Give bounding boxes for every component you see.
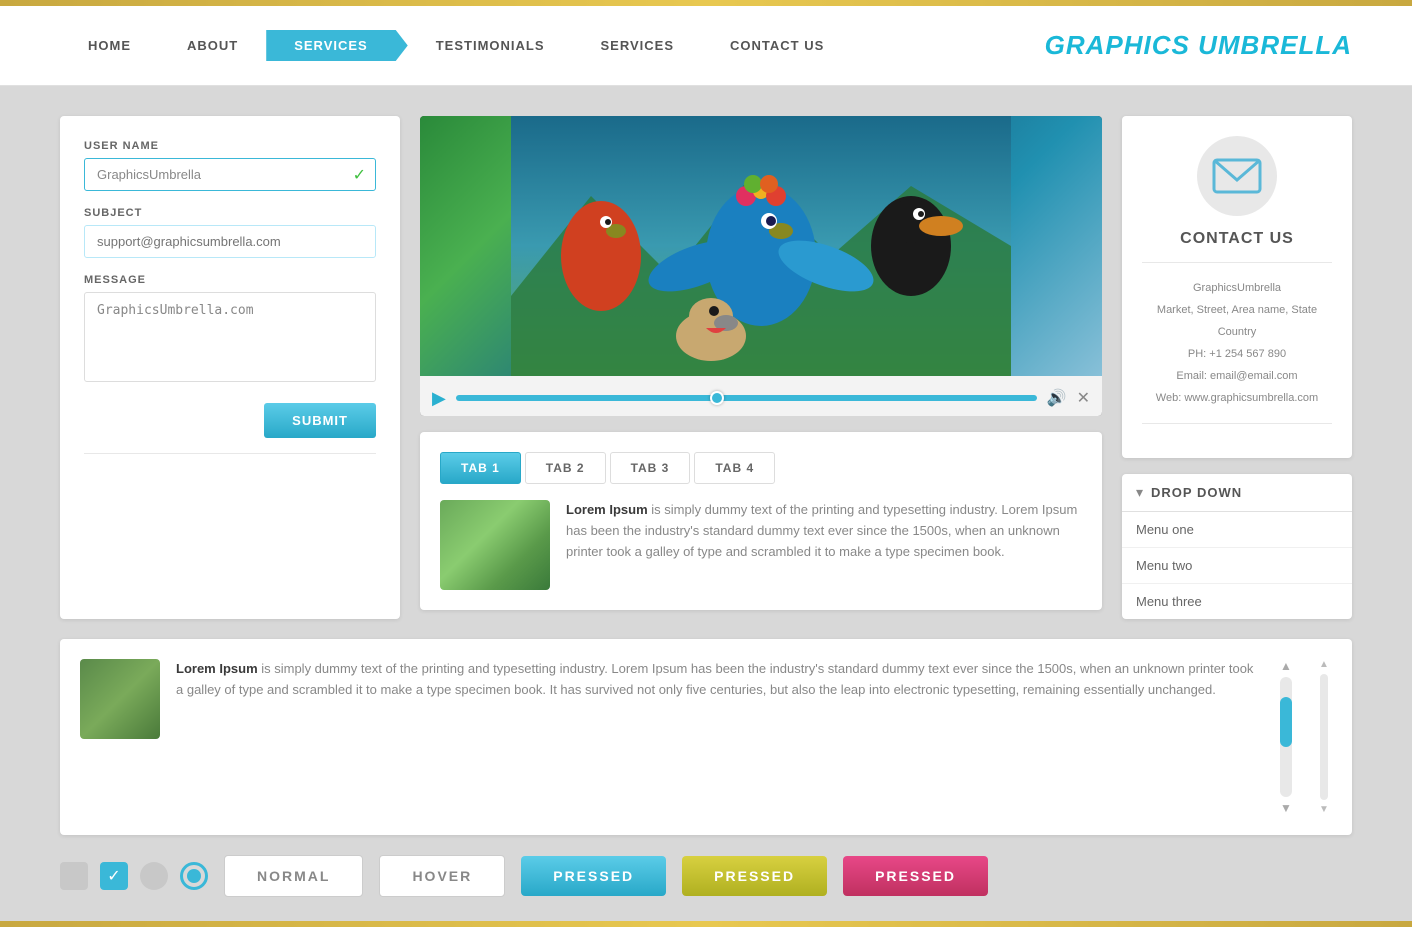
fullscreen-icon[interactable]: ✕ (1077, 388, 1090, 408)
center-panel: ▶ 🔊 ✕ TAB 1 TAB 2 TAB 3 TAB 4 Lorem Ipsu… (420, 116, 1102, 619)
scrollbar-thumb (1280, 697, 1292, 747)
username-wrapper: ✓ (84, 158, 376, 191)
nav-item-services-active[interactable]: SERVICES (266, 30, 408, 61)
contact-title: CONTACT US (1142, 230, 1332, 248)
contact-info: GraphicsUmbrella Market, Street, Area na… (1142, 277, 1332, 409)
submit-button[interactable]: SUBMIT (264, 403, 376, 438)
dropdown-title-label: DROP DOWN (1151, 485, 1242, 500)
tab-text-bold: Lorem Ipsum (566, 502, 648, 517)
btn-pressed-pink[interactable]: PRESSED (843, 856, 988, 896)
mail-icon (1212, 156, 1262, 196)
message-label: MESSAGE (84, 274, 376, 286)
subject-label: SUBJECT (84, 207, 376, 219)
tab-3-button[interactable]: TAB 3 (610, 452, 691, 484)
tabs-header: TAB 1 TAB 2 TAB 3 TAB 4 (440, 452, 1082, 484)
btn-pressed-yellow[interactable]: PRESSED (682, 856, 827, 896)
contact-phone: PH: +1 254 567 890 (1142, 343, 1332, 365)
scroll-down-arrow[interactable]: ▼ (1280, 801, 1292, 815)
scroll-text: Lorem Ipsum is simply dummy text of the … (176, 659, 1256, 701)
scroll-tabs-panel: Lorem Ipsum is simply dummy text of the … (60, 639, 1352, 835)
nav-item-about[interactable]: ABOUT (159, 30, 266, 61)
nav-item-testimonials[interactable]: TESTIMONIALS (408, 30, 573, 61)
progress-bar[interactable] (456, 395, 1037, 401)
contact-email: Email: email@email.com (1142, 365, 1332, 387)
form-divider (84, 453, 376, 454)
checkbox-checked[interactable]: ✓ (100, 862, 128, 890)
nav-bar: HOME ABOUT SERVICES TESTIMONIALS SERVICE… (0, 6, 1412, 86)
tab-4-button[interactable]: TAB 4 (694, 452, 775, 484)
second-row: Lorem Ipsum is simply dummy text of the … (0, 639, 1412, 845)
scrollbar-thin-container: ▲ ▼ (1316, 659, 1332, 815)
tab-2-button[interactable]: TAB 2 (525, 452, 606, 484)
dropdown-item-1[interactable]: Menu one (1122, 512, 1352, 548)
scroll-image (80, 659, 160, 739)
scroll-up-arrow-2[interactable]: ▲ (1319, 659, 1329, 670)
username-input[interactable] (84, 158, 376, 191)
gold-border-bottom (0, 921, 1412, 927)
scroll-body: is simply dummy text of the printing and… (176, 661, 1253, 697)
check-icon: ✓ (353, 165, 366, 185)
dropdown-header[interactable]: ▾ DROP DOWN (1122, 474, 1352, 512)
contact-card: CONTACT US GraphicsUmbrella Market, Stre… (1122, 116, 1352, 458)
checkbox-empty[interactable] (60, 862, 88, 890)
btn-normal[interactable]: NORMAL (224, 855, 363, 897)
subject-wrapper (84, 225, 376, 258)
username-label: USER NAME (84, 140, 376, 152)
bottom-row: ✓ NORMAL HOVER PRESSED PRESSED PRESSED (0, 845, 1412, 917)
tab-1-button[interactable]: TAB 1 (440, 452, 521, 484)
radio-filled[interactable] (180, 862, 208, 890)
radio-inner (187, 869, 201, 883)
subject-input[interactable] (84, 225, 376, 258)
dropdown-arrow-icon: ▾ (1136, 484, 1143, 501)
checkbox-group: ✓ (60, 862, 208, 890)
volume-icon[interactable]: 🔊 (1047, 388, 1067, 408)
scrollbar-thin-track[interactable] (1320, 674, 1328, 800)
scroll-bold: Lorem Ipsum (176, 661, 258, 676)
btn-pressed-blue[interactable]: PRESSED (521, 856, 666, 896)
contact-divider-1 (1142, 262, 1332, 263)
scroll-content: Lorem Ipsum is simply dummy text of the … (176, 659, 1256, 815)
btn-hover[interactable]: HOVER (379, 855, 505, 897)
play-button[interactable]: ▶ (432, 388, 446, 409)
contact-name: GraphicsUmbrella (1142, 277, 1332, 299)
progress-thumb (710, 391, 724, 405)
main-content: USER NAME ✓ SUBJECT MESSAGE GraphicsUmbr… (0, 96, 1412, 639)
nav-logo: GRAPHICS UMBRELLA (1045, 30, 1352, 61)
dropdown-item-2[interactable]: Menu two (1122, 548, 1352, 584)
nav-item-services2[interactable]: SERVICES (573, 30, 703, 61)
contact-address2: Country (1142, 321, 1332, 343)
contact-address1: Market, Street, Area name, State (1142, 299, 1332, 321)
right-panel: CONTACT US GraphicsUmbrella Market, Stre… (1122, 116, 1352, 619)
contact-form-panel: USER NAME ✓ SUBJECT MESSAGE GraphicsUmbr… (60, 116, 400, 619)
contact-divider-2 (1142, 423, 1332, 424)
video-controls: ▶ 🔊 ✕ (420, 376, 1102, 416)
contact-web: Web: www.graphicsumbrella.com (1142, 387, 1332, 409)
dropdown-item-3[interactable]: Menu three (1122, 584, 1352, 619)
nav-item-home[interactable]: HOME (60, 30, 159, 61)
video-container: ▶ 🔊 ✕ (420, 116, 1102, 416)
nav-item-contact[interactable]: CONTACT US (702, 30, 852, 61)
scrollbar-container: ▲ ▼ (1272, 659, 1300, 815)
scroll-down-arrow-2[interactable]: ▼ (1319, 804, 1329, 815)
nav-links: HOME ABOUT SERVICES TESTIMONIALS SERVICE… (60, 30, 1045, 61)
tabs-section: TAB 1 TAB 2 TAB 3 TAB 4 Lorem Ipsum is s… (420, 432, 1102, 610)
scrollbar-track[interactable] (1280, 677, 1292, 797)
tab-image (440, 500, 550, 590)
radio-empty[interactable] (140, 862, 168, 890)
mail-icon-wrapper (1197, 136, 1277, 216)
tab-content: Lorem Ipsum is simply dummy text of the … (440, 500, 1082, 590)
dropdown-section: ▾ DROP DOWN Menu one Menu two Menu three (1122, 474, 1352, 619)
message-textarea[interactable]: GraphicsUmbrella.com (84, 292, 376, 382)
scroll-up-arrow[interactable]: ▲ (1280, 659, 1292, 673)
tab-text: Lorem Ipsum is simply dummy text of the … (566, 500, 1082, 562)
video-placeholder (420, 116, 1102, 376)
